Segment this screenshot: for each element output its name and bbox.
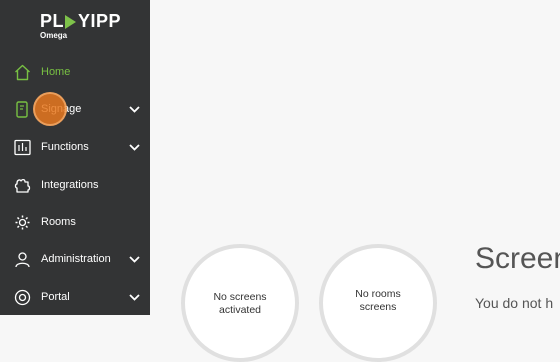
sidebar-item-home[interactable]: Home — [0, 57, 150, 87]
sidebar: PL YIPP Omega Home Signage Functions Inte… — [0, 0, 150, 315]
chevron-down-icon[interactable] — [128, 291, 140, 303]
app-logo[interactable]: PL YIPP Omega — [40, 11, 121, 40]
sidebar-item-label: Home — [41, 66, 71, 78]
functions-icon — [13, 138, 31, 156]
logo-wordmark: PL YIPP — [40, 11, 122, 31]
rooms-status-circle: No rooms screens — [319, 244, 437, 362]
signage-icon — [13, 100, 31, 118]
home-icon — [13, 63, 31, 81]
sidebar-item-portal[interactable]: Portal — [0, 282, 150, 312]
sidebar-item-administration[interactable]: Administration — [0, 244, 150, 274]
sidebar-item-signage[interactable]: Signage — [0, 94, 150, 124]
sidebar-item-functions[interactable]: Functions — [0, 132, 150, 162]
integrations-icon — [13, 176, 31, 194]
chevron-down-icon[interactable] — [128, 103, 140, 115]
sidebar-item-integrations[interactable]: Integrations — [0, 170, 150, 200]
chevron-down-icon[interactable] — [128, 253, 140, 265]
main-content: No screens activated No rooms screens Scre… — [150, 0, 560, 362]
administration-icon — [13, 250, 31, 268]
play-icon — [65, 14, 77, 29]
sidebar-item-label: Administration — [41, 253, 111, 265]
sidebar-item-label: Signage — [41, 103, 82, 115]
rooms-icon — [13, 213, 31, 231]
screens-status-circle: No screens activated — [181, 244, 299, 362]
screens-status-text: No screens activated — [213, 291, 267, 316]
sidebar-item-label: Functions — [41, 141, 89, 153]
sidebar-item-label: Rooms — [41, 216, 76, 228]
rooms-status-text: No rooms screens — [355, 288, 401, 313]
portal-icon — [13, 288, 31, 306]
logo-subtitle: Omega — [40, 31, 68, 40]
sidebar-item-rooms[interactable]: Rooms — [0, 207, 150, 237]
sidebar-item-label: Portal — [41, 291, 70, 303]
page-description: You do not h — [475, 295, 554, 311]
sidebar-item-label: Integrations — [41, 179, 99, 191]
page-title: Screen — [475, 242, 560, 275]
chevron-down-icon[interactable] — [128, 141, 140, 153]
